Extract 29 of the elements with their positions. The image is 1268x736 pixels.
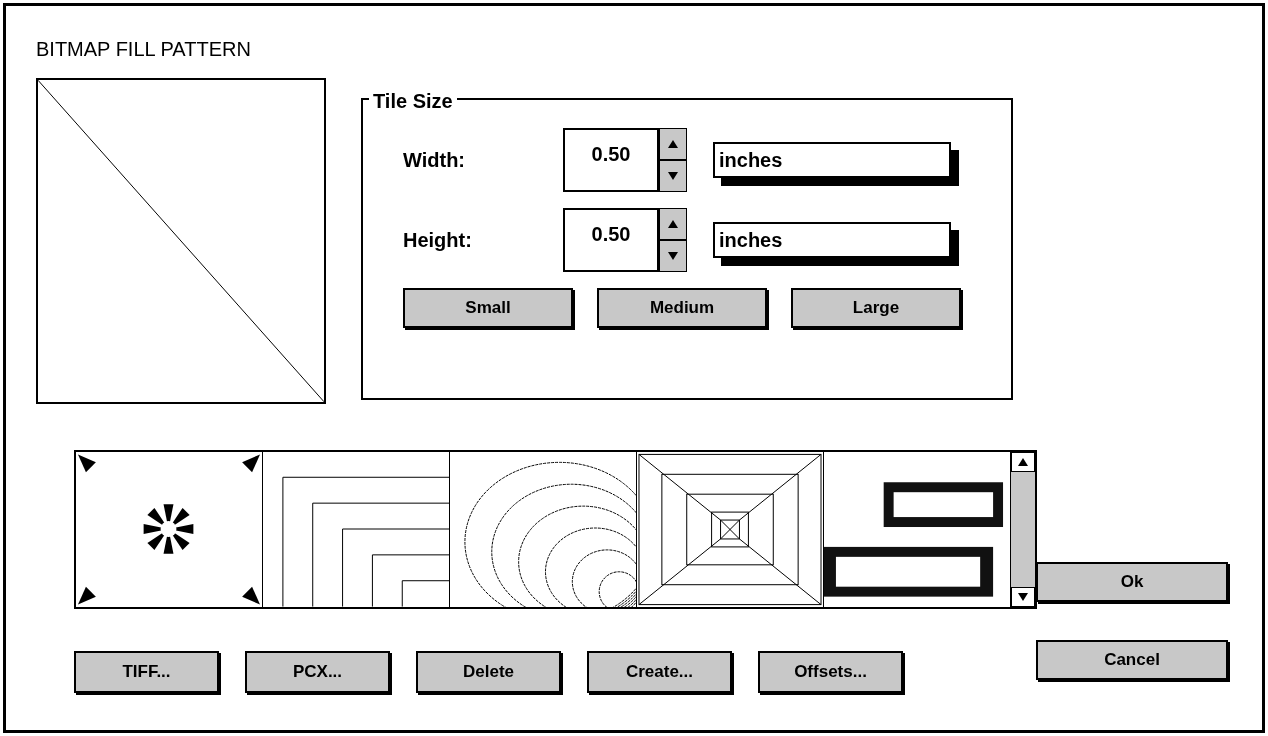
- number-field[interactable]: 0.50: [563, 128, 659, 192]
- up-arrow-icon: [668, 140, 678, 148]
- down-arrow-icon: [668, 252, 678, 260]
- spin-up-button[interactable]: [659, 208, 687, 240]
- pattern-strip[interactable]: [74, 450, 1037, 609]
- size-button[interactable]: Medium: [597, 288, 767, 328]
- up-arrow-icon: [1018, 458, 1028, 466]
- spin-down-button[interactable]: [659, 160, 687, 192]
- up-arrow-icon: [668, 220, 678, 228]
- down-arrow-icon: [1018, 593, 1028, 601]
- action-button[interactable]: Delete: [416, 651, 561, 693]
- scroll-up-button[interactable]: [1011, 452, 1035, 472]
- field-label: Width:: [403, 148, 466, 173]
- action-button[interactable]: Offsets...: [758, 651, 903, 693]
- down-arrow-icon: [668, 172, 678, 180]
- action-button[interactable]: Create...: [587, 651, 732, 693]
- size-button[interactable]: Small: [403, 288, 573, 328]
- size-button[interactable]: Large: [791, 288, 961, 328]
- dialog-button[interactable]: Cancel: [1036, 640, 1228, 680]
- action-button[interactable]: PCX...: [245, 651, 390, 693]
- dialog-title: BITMAP FILL PATTERN: [36, 37, 252, 62]
- field-label: Height:: [403, 228, 473, 253]
- spin-up-button[interactable]: [659, 128, 687, 160]
- scroll-down-button[interactable]: [1011, 587, 1035, 607]
- action-button[interactable]: TIFF...: [74, 651, 219, 693]
- spin-down-button[interactable]: [659, 240, 687, 272]
- scrollbar[interactable]: [1011, 452, 1035, 607]
- number-field[interactable]: 0.50: [563, 208, 659, 272]
- dialog-button[interactable]: Ok: [1036, 562, 1228, 602]
